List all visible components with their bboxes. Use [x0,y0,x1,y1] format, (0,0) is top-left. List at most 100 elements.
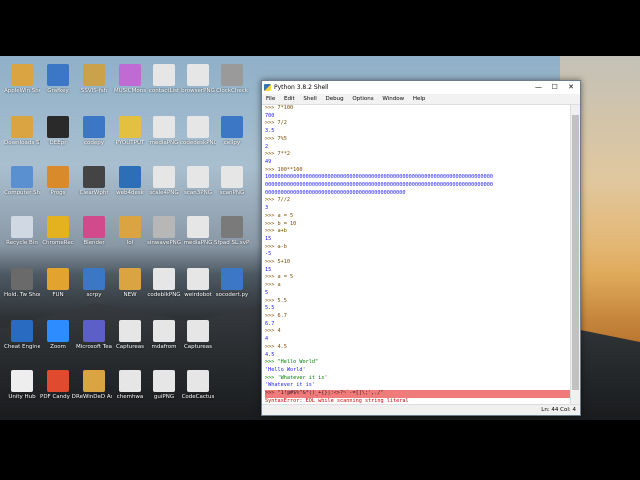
desktop-icon-label: Hold. Tw Shortcut [4,292,40,298]
desktop-icon[interactable]: scan3PNG [180,166,216,216]
desktop-icon[interactable]: Computer Shortcut [4,166,40,216]
title-bar[interactable]: Python 3.8.2 Shell — ☐ ✕ [262,81,580,94]
file-icon [47,216,69,238]
desktop-icon[interactable]: FUN [40,268,76,318]
desktop-icon[interactable]: PYOUTPUT [112,116,148,166]
desktop-icon-label: scale4PNG [149,190,179,196]
shell-line: >>> b = 10 [265,220,297,227]
file-icon [11,116,33,138]
desktop-icon[interactable]: CodeCactus [180,370,216,420]
desktop-icon[interactable]: scrpy [76,268,112,318]
desktop-icon-label: Progs [50,190,66,196]
shell-line: >>> 7**2 [265,151,290,158]
desktop-icon[interactable]: Captureas [180,320,216,370]
menu-edit[interactable]: Edit [284,96,295,102]
desktop-icon[interactable]: Grafkey [40,64,76,114]
desktop-icon-label: lol [126,240,134,246]
minimize-button[interactable]: — [532,81,546,94]
desktop-icon[interactable]: Microsoft Teams [76,320,112,370]
desktop-icon-label: chemhwa [116,394,144,400]
desktop-icon-label: PYOUTPUT [115,140,145,146]
close-button[interactable]: ✕ [564,81,578,94]
file-icon [11,320,33,342]
desktop-icon[interactable]: SSVIS-fsh [76,64,112,114]
shell-line: -5 [265,251,272,258]
desktop-icon-label: Downloads Shortcut [4,140,40,146]
shell-line: 49 [265,158,272,165]
desktop-icon[interactable]: Cheat Engine [4,320,40,370]
shell-line: 700 [265,112,275,119]
desktop-icon[interactable]: Progs [40,166,76,216]
shell-line: >>> 7//2 [265,197,290,204]
desktop-icon-label: Zoom [50,344,66,350]
menu-shell[interactable]: Shell [303,96,316,102]
scrollbar-thumb[interactable] [572,115,579,390]
desktop-icon[interactable]: MUSICMons [112,64,148,114]
menu-help[interactable]: Help [413,96,426,102]
desktop-icon[interactable]: Recycle Bin [4,216,40,266]
file-icon [153,166,175,188]
file-icon [47,370,69,392]
maximize-button[interactable]: ☐ [548,81,562,94]
desktop-icon[interactable]: browserPNG [180,64,216,114]
desktop-icon[interactable]: mdafrom [146,320,182,370]
desktop-icon[interactable]: Zoom [40,320,76,370]
shell-text-area[interactable]: >>> 7*100 700 >>> 7/2 3.5 >>> 7%5 2 >>> 7**2 49… [262,105,573,405]
desktop-icon[interactable]: ClockCheck [214,64,250,114]
desktop-icon-label: weirdobot [184,292,212,298]
shell-line: >>> 7/2 [265,120,287,127]
file-icon [221,268,243,290]
desktop-icon[interactable]: AppleWin Shortcut [4,64,40,114]
shell-line: >>> a = 5 [265,212,294,219]
shell-line: >>> 7%5 [265,135,287,142]
menu-debug[interactable]: Debug [326,96,344,102]
shell-line: >>> a [265,282,281,289]
shell-line: >>> 100**100 [265,166,303,173]
desktop-icon[interactable]: NEW [112,268,148,318]
vertical-scrollbar[interactable] [570,105,580,405]
desktop-icon[interactable]: ChromeRec [40,216,76,266]
menu-options[interactable]: Options [352,96,373,102]
desktop-icon[interactable]: codepy [76,116,112,166]
desktop-icon[interactable]: Downloads Shortcut [4,116,40,166]
desktop-icon[interactable]: socodert.py [214,268,250,318]
menu-file[interactable]: File [266,96,275,102]
shell-line: 4.5 [265,351,275,358]
desktop-icon[interactable]: scanPNG [214,166,250,216]
python-shell-window[interactable]: Python 3.8.2 Shell — ☐ ✕ File Edit Shell… [261,80,581,416]
desktop-icon-label: mediaPNG [149,140,179,146]
file-icon [83,64,105,86]
desktop-icon[interactable]: DEEpr [40,116,76,166]
desktop-icon[interactable]: cellpy [214,116,250,166]
desktop-icon[interactable]: Sfpad SL.svPNG [214,216,250,266]
shell-line: 5.5 [265,305,275,312]
file-icon [187,166,209,188]
desktop-icon[interactable]: ClearWpht [76,166,112,216]
desktop-icon[interactable]: codeblkPNG [146,268,182,318]
desktop-icon[interactable]: weirdobot [180,268,216,318]
desktop-icon[interactable]: contactList [146,64,182,114]
shell-line: 'Whatever it is' [265,382,315,389]
desktop-icon[interactable]: Hold. Tw Shortcut [4,268,40,318]
file-icon [47,64,69,86]
desktop-icon-label: ClockCheck [216,88,248,94]
desktop-icon[interactable]: Captureas [112,320,148,370]
desktop-icon[interactable]: codedeskPNG [180,116,216,166]
desktop-icon[interactable]: Blender [76,216,112,266]
file-icon [119,268,141,290]
desktop-icon[interactable]: Unity Hub [4,370,40,420]
desktop-icon-label: CodeCactus [181,394,215,400]
desktop-icon[interactable]: lol [112,216,148,266]
desktop-icon[interactable]: chemhwa [112,370,148,420]
desktop-icon[interactable]: sinwavePNG [146,216,182,266]
desktop-icon[interactable]: mediaPNG [146,116,182,166]
shell-line: 0000000000000000000000000000000000000000… [265,182,493,189]
desktop-icon[interactable]: web4desk [112,166,148,216]
desktop-icon[interactable]: scale4PNG [146,166,182,216]
file-icon [83,166,105,188]
desktop-icon[interactable]: PDF Candy Desktop [40,370,76,420]
desktop-icon[interactable]: mediaPNG [180,216,216,266]
menu-window[interactable]: Window [382,96,404,102]
desktop-icon[interactable]: ReWinDeD Assets [76,370,112,420]
desktop-icon[interactable]: guiPNG [146,370,182,420]
